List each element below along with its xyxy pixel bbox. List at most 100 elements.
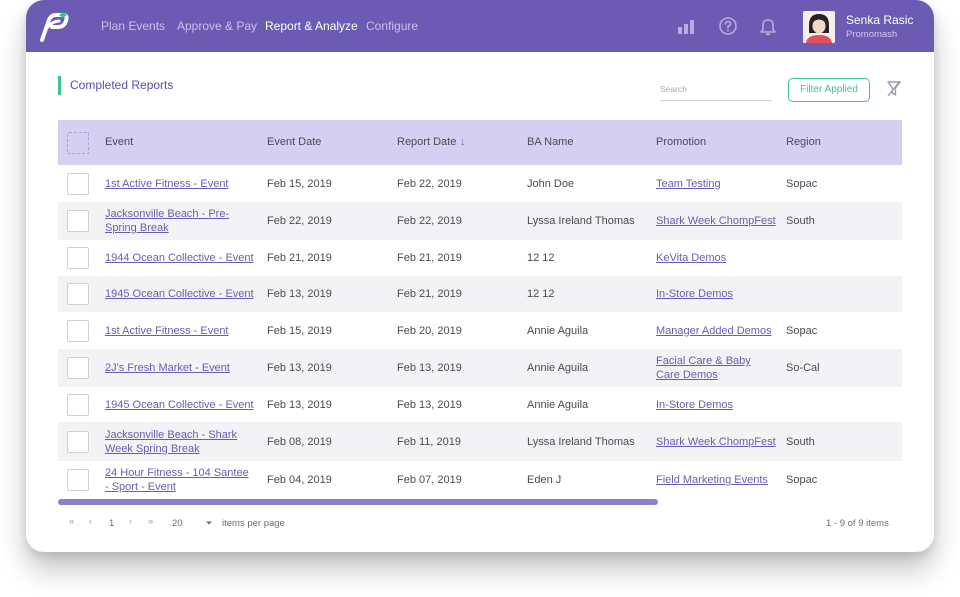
cell-report-date: Feb 20, 2019 bbox=[397, 324, 462, 337]
last-page-button[interactable]: » bbox=[148, 516, 153, 527]
cell-promotion[interactable]: Shark Week ChompFest bbox=[656, 214, 776, 228]
row-checkbox[interactable] bbox=[67, 469, 89, 491]
cell-region: Sopac bbox=[786, 177, 818, 190]
cell-ba-name: 12 12 bbox=[527, 288, 555, 300]
column-header-region[interactable]: Region bbox=[786, 120, 821, 165]
cell-promotion[interactable]: Team Testing bbox=[656, 177, 776, 191]
cell-ba-name: Eden J bbox=[527, 474, 562, 486]
user-avatar-icon bbox=[803, 11, 835, 43]
cell-event-date: Feb 15, 2019 bbox=[267, 177, 332, 190]
first-page-button[interactable]: « bbox=[69, 516, 74, 527]
cell-event-date: Feb 08, 2019 bbox=[267, 435, 332, 448]
nav-approve-pay[interactable]: Approve & Pay bbox=[177, 0, 257, 52]
cell-event-date: Feb 04, 2019 bbox=[267, 474, 332, 486]
title-accent-bar bbox=[58, 76, 61, 95]
select-all-checkbox[interactable] bbox=[67, 132, 89, 154]
cell-ba-name: Annie Aguila bbox=[527, 324, 589, 337]
row-checkbox[interactable] bbox=[67, 357, 89, 379]
cell-event[interactable]: 1945 Ocean Collective - Event bbox=[105, 398, 255, 412]
prev-page-button[interactable]: ‹ bbox=[89, 516, 92, 527]
user-organization: Promomash bbox=[846, 29, 898, 40]
cell-report-date: Feb 13, 2019 bbox=[397, 398, 462, 411]
cell-ba-name: Annie Aguila bbox=[527, 362, 589, 374]
cell-event[interactable]: 1945 Ocean Collective - Event bbox=[105, 287, 255, 301]
cell-event[interactable]: 24 Hour Fitness - 104 Santee - Sport - E… bbox=[105, 466, 255, 494]
cell-promotion[interactable]: Field Marketing Events bbox=[656, 473, 776, 487]
cell-region: Sopac bbox=[786, 324, 818, 337]
cell-event[interactable]: 1st Active Fitness - Event bbox=[105, 324, 255, 338]
current-page[interactable]: 1 bbox=[109, 518, 114, 529]
cell-report-date: Feb 07, 2019 bbox=[397, 474, 462, 486]
cell-promotion[interactable]: KeVita Demos bbox=[656, 251, 776, 265]
page-size-select[interactable]: 20 bbox=[172, 518, 183, 529]
cell-promotion[interactable]: In-Store Demos bbox=[656, 287, 776, 301]
column-header-promotion[interactable]: Promotion bbox=[656, 120, 706, 165]
column-header-ba-name[interactable]: BA Name bbox=[527, 120, 573, 165]
cell-region: So-Cal bbox=[786, 362, 820, 374]
table-header: Event Event Date Report Date ↓ BA Name P… bbox=[58, 120, 902, 165]
bar-chart-icon[interactable] bbox=[676, 16, 696, 36]
column-header-event[interactable]: Event bbox=[105, 120, 133, 165]
bell-icon[interactable] bbox=[758, 16, 778, 36]
cell-region: South bbox=[786, 215, 815, 227]
cell-event-date: Feb 13, 2019 bbox=[267, 398, 332, 411]
page-title: Completed Reports bbox=[70, 78, 174, 92]
table-row: Jacksonville Beach - Pre-Spring Break Feb… bbox=[58, 202, 902, 240]
row-checkbox[interactable] bbox=[67, 210, 89, 232]
cell-event-date: Feb 13, 2019 bbox=[267, 288, 332, 300]
filter-applied-button[interactable]: Filter Applied bbox=[788, 78, 870, 102]
nav-configure[interactable]: Configure bbox=[366, 0, 418, 52]
nav-report-analyze[interactable]: Report & Analyze bbox=[265, 0, 358, 52]
cell-event[interactable]: Jacksonville Beach - Shark Week Spring B… bbox=[105, 428, 255, 456]
cell-event-date: Feb 13, 2019 bbox=[267, 362, 332, 374]
nav-plan-events[interactable]: Plan Events bbox=[101, 0, 165, 52]
items-count: 1 - 9 of 9 items bbox=[826, 518, 889, 529]
cell-promotion[interactable]: Facial Care & Baby Care Demos bbox=[656, 354, 776, 382]
page-size-label: items per page bbox=[222, 518, 285, 529]
row-checkbox[interactable] bbox=[67, 172, 89, 195]
cell-ba-name: Lyssa Ireland Thomas bbox=[527, 435, 635, 448]
cell-event[interactable]: Jacksonville Beach - Pre-Spring Break bbox=[105, 207, 255, 235]
cell-event[interactable]: 1944 Ocean Collective - Event bbox=[105, 251, 255, 265]
cell-event-date: Feb 21, 2019 bbox=[267, 252, 332, 264]
user-name[interactable]: Senka Rasic bbox=[846, 13, 913, 27]
top-navbar: Plan Events Approve & Pay Report & Analy… bbox=[26, 0, 934, 52]
cell-event[interactable]: 2J's Fresh Market - Event bbox=[105, 361, 255, 375]
cell-report-date: Feb 21, 2019 bbox=[397, 252, 462, 264]
row-checkbox[interactable] bbox=[67, 319, 89, 342]
main-content: Completed Reports Search Filter Applied … bbox=[26, 52, 934, 552]
cell-report-date: Feb 22, 2019 bbox=[397, 177, 462, 190]
clear-filter-icon[interactable] bbox=[886, 80, 902, 98]
column-header-report-date[interactable]: Report Date bbox=[397, 120, 456, 165]
row-checkbox[interactable] bbox=[67, 393, 89, 416]
column-header-event-date[interactable]: Event Date bbox=[267, 120, 321, 165]
cell-promotion[interactable]: Manager Added Demos bbox=[656, 324, 776, 338]
table-row: 1945 Ocean Collective - Event Feb 13, 201… bbox=[58, 276, 902, 312]
cell-report-date: Feb 21, 2019 bbox=[397, 288, 462, 300]
search-input[interactable]: Search bbox=[660, 80, 772, 101]
row-checkbox[interactable] bbox=[67, 430, 89, 453]
promomash-logo[interactable] bbox=[36, 12, 70, 42]
cell-event-date: Feb 15, 2019 bbox=[267, 324, 332, 337]
chevron-down-icon[interactable] bbox=[205, 519, 213, 527]
cell-promotion[interactable]: In-Store Demos bbox=[656, 398, 776, 412]
cell-promotion[interactable]: Shark Week ChompFest bbox=[656, 435, 776, 449]
horizontal-scrollbar[interactable] bbox=[58, 499, 658, 505]
app-window: Plan Events Approve & Pay Report & Analy… bbox=[26, 0, 934, 552]
cell-report-date: Feb 11, 2019 bbox=[397, 435, 462, 448]
cell-report-date: Feb 22, 2019 bbox=[397, 215, 462, 227]
row-checkbox[interactable] bbox=[67, 283, 89, 305]
cell-ba-name: Annie Aguila bbox=[527, 398, 589, 411]
cell-event[interactable]: 1st Active Fitness - Event bbox=[105, 177, 255, 191]
sort-descending-icon[interactable]: ↓ bbox=[460, 120, 466, 165]
avatar[interactable] bbox=[803, 11, 835, 43]
table-row: 2J's Fresh Market - Event Feb 13, 2019 Feb… bbox=[58, 349, 902, 387]
table-row: 1945 Ocean Collective - Event Feb 13, 201… bbox=[58, 387, 902, 422]
cell-region: Sopac bbox=[786, 474, 818, 486]
next-page-button[interactable]: › bbox=[129, 516, 132, 527]
cell-ba-name: Lyssa Ireland Thomas bbox=[527, 215, 635, 227]
row-checkbox[interactable] bbox=[67, 247, 89, 269]
help-icon[interactable] bbox=[718, 16, 738, 36]
cell-event-date: Feb 22, 2019 bbox=[267, 215, 332, 227]
table-row: Jacksonville Beach - Shark Week Spring B… bbox=[58, 422, 902, 461]
